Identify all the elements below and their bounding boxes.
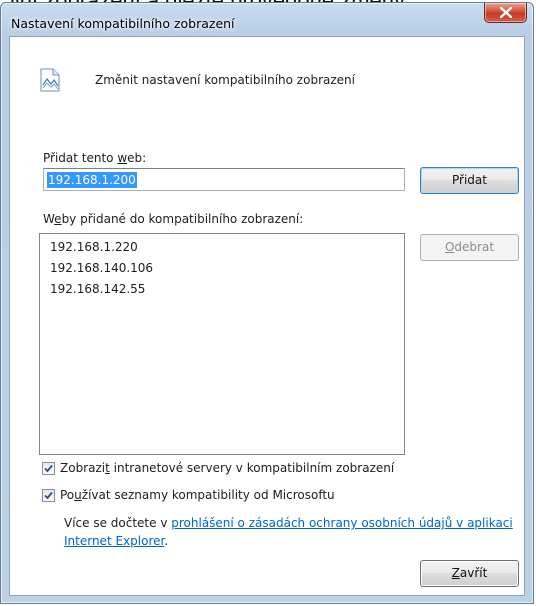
info-text: Více se dočtete v <box>64 516 172 530</box>
list-item[interactable]: 192.168.140.106 <box>50 261 153 275</box>
remove-button-label: debrat <box>454 240 495 254</box>
site-list-label-part: by přidané do kompatibilního zobrazení: <box>61 212 304 226</box>
document-settings-icon <box>40 68 60 92</box>
checkmark-icon <box>44 464 53 473</box>
site-list[interactable]: 192.168.1.220 192.168.140.106 192.168.14… <box>39 233 405 455</box>
intranet-label[interactable]: Zobrazit intranetové servery v kompatibi… <box>60 461 394 475</box>
title-bar[interactable]: Nastavení kompatibilního zobrazení <box>1 3 533 37</box>
checkmark-icon <box>44 491 53 500</box>
remove-button[interactable]: Odebrat <box>420 234 519 261</box>
privacy-info-text: Více se dočtete v prohlášení o zásadách … <box>64 514 524 550</box>
window-close-button[interactable] <box>484 3 527 23</box>
list-item[interactable]: 192.168.1.220 <box>50 240 138 254</box>
microsoft-label-accel: u <box>74 488 82 502</box>
add-site-label-accel: w <box>117 151 128 165</box>
microsoft-list-checkbox[interactable] <box>42 489 55 502</box>
site-list-label: Weby přidané do kompatibilního zobrazení… <box>43 212 303 226</box>
close-button[interactable]: Zavřít <box>420 560 519 587</box>
add-site-label: Přidat tento web: <box>43 151 146 165</box>
site-list-label-accel: e <box>54 212 62 226</box>
microsoft-label-part: žívat seznamy kompatibility od Microsoft… <box>81 488 335 502</box>
window-title: Nastavení kompatibilního zobrazení <box>11 16 235 31</box>
add-site-label-part: Přidat tento <box>43 151 118 165</box>
remove-button-accel: O <box>444 240 455 254</box>
compatibility-view-dialog: Nastavení kompatibilního zobrazení Změni… <box>0 2 534 604</box>
header-text: Změnit nastavení kompatibilního zobrazen… <box>95 73 355 87</box>
add-site-label-part: eb: <box>127 151 147 165</box>
list-item[interactable]: 192.168.142.55 <box>50 282 145 296</box>
close-button-label: avřít <box>459 566 488 580</box>
site-list-label-part: W <box>43 212 55 226</box>
microsoft-list-label[interactable]: Používat seznamy kompatibility od Micros… <box>60 488 335 502</box>
microsoft-label-part: Po <box>60 488 75 502</box>
intranet-label-part: Zobrazi <box>60 461 106 475</box>
intranet-label-part: intranetové servery v kompatibilním zobr… <box>109 461 395 475</box>
dialog-content: Změnit nastavení kompatibilního zobrazen… <box>9 36 525 596</box>
info-text-end: . <box>164 534 169 548</box>
add-button[interactable]: Přidat <box>420 167 519 194</box>
add-site-input-value: 192.168.1.200 <box>47 172 137 188</box>
close-button-accel: Z <box>451 566 460 580</box>
add-site-input[interactable]: 192.168.1.200 <box>43 168 405 191</box>
intranet-checkbox[interactable] <box>42 462 55 475</box>
close-icon <box>500 7 512 18</box>
